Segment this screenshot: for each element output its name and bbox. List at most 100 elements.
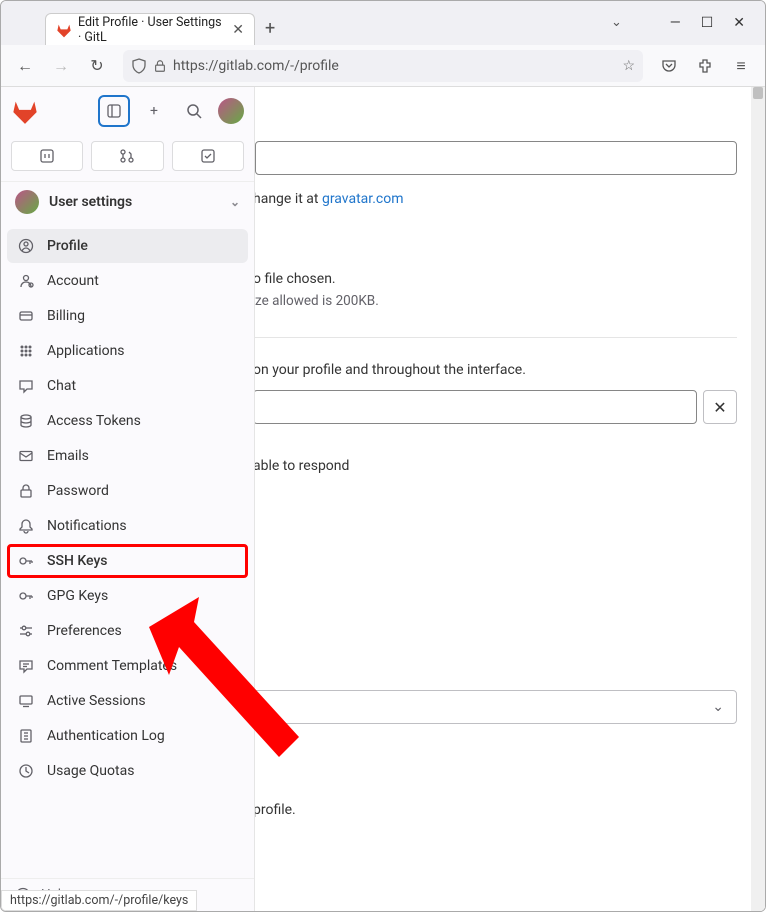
close-tab-button[interactable]: ✕ [232,22,244,38]
sidebar-item-chat[interactable]: Chat [7,369,248,403]
chevron-down-icon: ⌄ [712,699,724,715]
upload-hint: ze allowed is 200KB. [255,293,765,309]
close-window-button[interactable]: ✕ [733,15,745,31]
sidebar-item-label: Profile [47,238,88,254]
new-tab-button[interactable]: + [255,12,285,45]
sidebar-item-label: Password [47,483,109,499]
pocket-icon[interactable] [653,50,685,82]
gravatar-link[interactable]: gravatar.com [322,191,404,207]
sidebar-nav: Profile Account Billing Applications Chat Acc… [1,222,254,878]
browser-status-bar: https://gitlab.com/-/profile/keys [1,890,197,911]
lock-icon[interactable] [153,59,167,73]
browser-tab-bar: Edit Profile · User Settings · GitL ✕ + … [1,1,765,45]
url-text: https://gitlab.com/-/profile [173,58,616,74]
sidebar-item-label: Access Tokens [47,413,141,429]
input-with-clear: ✕ [255,390,737,424]
merge-requests-shortcut-button[interactable] [91,141,163,171]
bookmark-star-icon[interactable]: ☆ [622,58,635,74]
sidebar-item-account[interactable]: Account [7,264,248,298]
sidebar-item-label: Authentication Log [47,728,165,744]
url-bar[interactable]: https://gitlab.com/-/profile ☆ [123,50,643,82]
minimize-button[interactable]: — [670,15,681,31]
issues-shortcut-button[interactable] [11,141,83,171]
sidebar-item-label: Usage Quotas [47,763,134,779]
sidebar-item-label: Preferences [47,623,122,639]
content-area: hange it at gravatar.com o file chosen. … [255,87,765,911]
auth-log-icon [17,727,35,745]
app-menu-button[interactable]: ≡ [725,50,757,82]
sidebar-item-authentication-log[interactable]: Authentication Log [7,719,248,753]
forward-button[interactable]: → [45,50,77,82]
comment-templates-icon [17,657,35,675]
chat-icon [17,377,35,395]
ssh-key-icon [17,552,35,570]
account-icon [17,272,35,290]
reload-button[interactable]: ↻ [81,50,113,82]
sidebar-item-emails[interactable]: Emails [7,439,248,473]
gitlab-logo-icon[interactable] [11,97,39,125]
sidebar-item-applications[interactable]: Applications [7,334,248,368]
sidebar-item-label: GPG Keys [47,588,108,604]
shield-icon[interactable] [131,58,147,74]
sidebar-item-label: Emails [47,448,89,464]
avatar-hint: hange it at gravatar.com [255,191,765,207]
sidebar-item-label: Active Sessions [47,693,146,709]
clear-button[interactable]: ✕ [703,390,737,424]
sidebar-item-label: Account [47,273,99,289]
preferences-icon [17,622,35,640]
divider [255,337,737,338]
applications-icon [17,342,35,360]
tabs-dropdown-icon[interactable]: ⌄ [611,15,622,30]
browser-window: Edit Profile · User Settings · GitL ✕ + … [0,0,766,912]
sidebar-item-billing[interactable]: Billing [7,299,248,333]
gpg-key-icon [17,587,35,605]
sidebar-item-label: SSH Keys [47,553,108,569]
usage-quotas-icon [17,762,35,780]
profile-text: profile. [255,802,765,818]
gitlab-favicon [56,22,72,38]
create-new-button[interactable]: + [138,95,170,127]
pronouns-select[interactable]: ⌄ [255,690,737,724]
extensions-icon[interactable] [689,50,721,82]
sidebar-item-label: Billing [47,308,85,324]
browser-toolbar: ← → ↻ https://gitlab.com/-/profile ☆ ≡ [1,45,765,87]
context-avatar [15,190,39,214]
sidebar-item-comment-templates[interactable]: Comment Templates [7,649,248,683]
sidebar-context-header[interactable]: User settings ⌄ [1,181,254,222]
sidebar-item-label: Notifications [47,518,127,534]
sidebar-item-label: Applications [47,343,125,359]
sidebar-item-usage-quotas[interactable]: Usage Quotas [7,754,248,788]
search-button[interactable] [178,95,210,127]
name-input[interactable] [255,390,697,424]
sidebar-item-notifications[interactable]: Notifications [7,509,248,543]
sidebar-item-gpg-keys[interactable]: GPG Keys [7,579,248,613]
sidebar-item-label: Comment Templates [47,658,177,674]
sidebar-item-preferences[interactable]: Preferences [7,614,248,648]
status-input[interactable] [255,141,737,175]
billing-icon [17,307,35,325]
scroll-up-arrow[interactable] [753,87,763,99]
maximize-button[interactable]: ☐ [701,15,714,31]
active-sessions-icon [17,692,35,710]
collapse-sidebar-button[interactable] [98,95,130,127]
todos-shortcut-button[interactable] [172,141,244,171]
user-avatar[interactable] [218,98,244,124]
emails-icon [17,447,35,465]
sidebar-item-password[interactable]: Password [7,474,248,508]
sidebar-item-ssh-keys[interactable]: SSH Keys [7,544,248,578]
sidebar-top: + [1,87,254,135]
notifications-icon [17,517,35,535]
sidebar-title: User settings [49,194,132,210]
profile-icon [17,237,35,255]
sidebar-item-active-sessions[interactable]: Active Sessions [7,684,248,718]
sidebar-item-access-tokens[interactable]: Access Tokens [7,404,248,438]
content-scrollbar[interactable] [751,87,765,911]
sidebar-item-profile[interactable]: Profile [7,229,248,263]
fullname-hint: on your profile and throughout the inter… [255,362,765,378]
tab-title: Edit Profile · User Settings · GitL [78,15,222,45]
sidebar: + User settings ⌄ [1,87,255,911]
app-viewport: + User settings ⌄ [1,87,765,911]
sidebar-item-label: Chat [47,378,76,394]
browser-tab[interactable]: Edit Profile · User Settings · GitL ✕ [45,13,255,45]
back-button[interactable]: ← [9,50,41,82]
